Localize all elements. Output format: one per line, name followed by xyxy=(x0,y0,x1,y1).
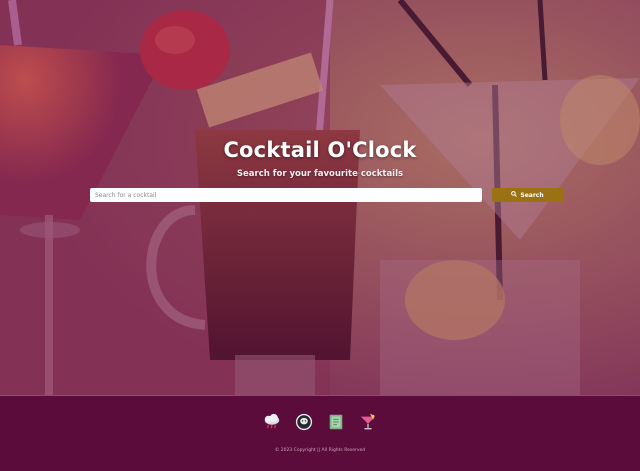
cloud-rain-icon[interactable] xyxy=(263,413,281,431)
hero-content: Cocktail O'Clock Search for your favouri… xyxy=(0,0,640,395)
page-title: Cocktail O'Clock xyxy=(223,138,417,162)
search-button-label: Search xyxy=(520,191,544,199)
page-subtitle: Search for your favourite cocktails xyxy=(236,169,404,179)
hero-section: Cocktail O'Clock Search for your favouri… xyxy=(0,0,640,395)
book-icon[interactable] xyxy=(327,413,345,431)
search-input[interactable] xyxy=(90,188,482,202)
search-icon xyxy=(511,191,518,199)
footer: © 2023 Copyright || All Rights Reserved xyxy=(0,395,640,471)
footer-social-icons xyxy=(0,413,640,431)
copyright-text: © 2023 Copyright || All Rights Reserved xyxy=(274,448,366,453)
search-button[interactable]: Search xyxy=(492,188,563,202)
github-icon[interactable] xyxy=(295,413,313,431)
cocktail-glass-icon[interactable] xyxy=(359,413,377,431)
